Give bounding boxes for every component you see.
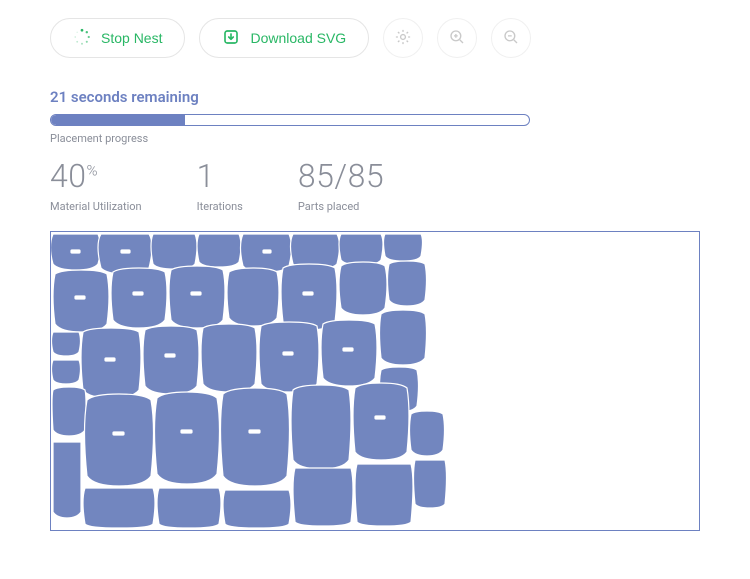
toolbar: Stop Nest Download SVG xyxy=(50,18,700,58)
utilization-value: 40% xyxy=(50,159,142,194)
metrics: 40% Material Utilization 1 Iterations 85… xyxy=(50,159,700,213)
nest-svg xyxy=(51,232,700,531)
metric-parts: 85/85 Parts placed xyxy=(298,159,384,213)
status-section: 21 seconds remaining Placement progress xyxy=(50,88,700,145)
percent-sign: % xyxy=(87,161,99,179)
progress-label: Placement progress xyxy=(50,132,700,145)
zoom-in-button[interactable] xyxy=(437,18,477,58)
metric-iterations: 1 Iterations xyxy=(197,159,243,213)
time-remaining: 21 seconds remaining xyxy=(50,88,700,106)
utilization-label: Material Utilization xyxy=(50,200,142,213)
stop-nest-label: Stop Nest xyxy=(101,30,162,46)
nest-canvas[interactable] xyxy=(50,231,700,531)
metric-utilization: 40% Material Utilization xyxy=(50,159,142,213)
settings-button[interactable] xyxy=(383,18,423,58)
progress-bar xyxy=(50,114,530,126)
iterations-label: Iterations xyxy=(197,200,243,213)
zoom-in-icon xyxy=(448,28,466,49)
parts-label: Parts placed xyxy=(298,200,384,213)
progress-fill xyxy=(51,115,185,125)
zoom-out-icon xyxy=(502,28,520,49)
utilization-number: 40 xyxy=(50,157,87,195)
zoom-out-button[interactable] xyxy=(491,18,531,58)
download-svg-button[interactable]: Download SVG xyxy=(199,18,369,58)
stop-nest-button[interactable]: Stop Nest xyxy=(50,18,185,58)
gear-icon xyxy=(394,28,412,49)
iterations-value: 1 xyxy=(197,159,243,194)
spinner-icon xyxy=(73,28,91,49)
download-svg-label: Download SVG xyxy=(250,30,346,46)
download-icon xyxy=(222,28,240,49)
parts-value: 85/85 xyxy=(298,159,384,194)
